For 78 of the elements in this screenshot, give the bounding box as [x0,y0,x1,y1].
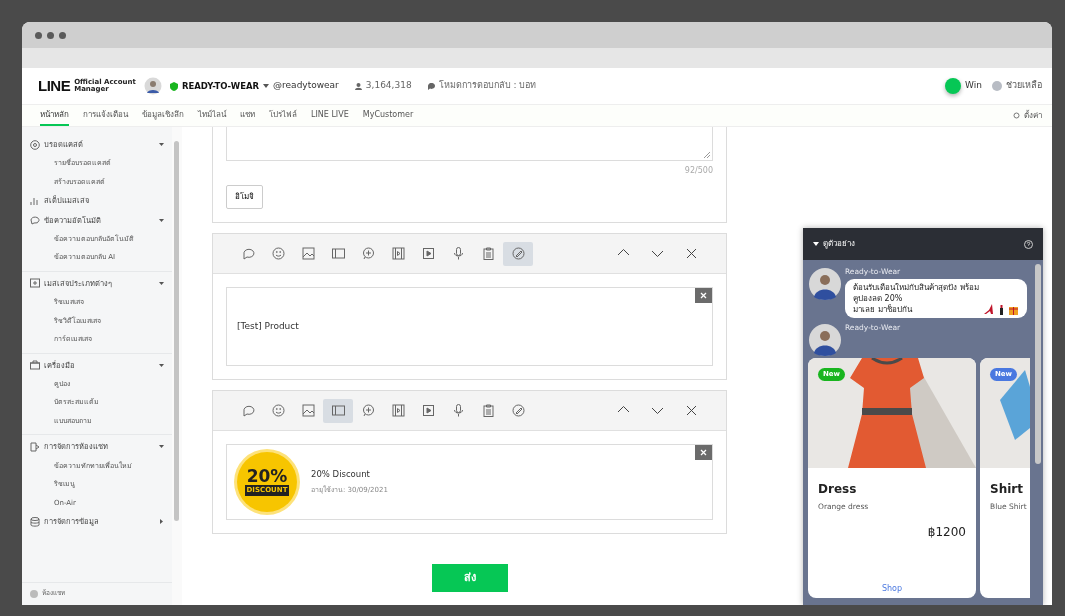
caret-down-icon[interactable] [813,242,819,246]
product-title: Dress [818,481,858,499]
emoji-button[interactable]: อิโมจิ [226,185,263,209]
preview-title[interactable]: ดูตัวอย่าง [823,238,855,250]
close-icon [700,449,707,456]
nav-tab[interactable]: หน้าหลัก [40,105,69,126]
card-icon [331,247,345,260]
follower-count: 3,164,318 [365,79,412,93]
image-icon [301,404,315,417]
toolbox-icon [30,360,40,371]
plus-square-icon [30,278,40,289]
shop-link[interactable]: Shop [881,583,903,596]
user-name[interactable]: Win [965,79,982,93]
character-counter: 92/500 [684,165,713,177]
smiley-icon [271,404,285,417]
clipboard-icon [481,247,495,260]
resize-handle-icon [704,152,710,158]
message-text: ต้อนรับเดือนใหม่กับสินค้าสุดปัง พร้อม คูปองลด 20% มาเลย มาช็อปกัน [853,282,979,316]
speech-bubble-icon [241,247,255,260]
settings-link[interactable]: ตั้งค่า [1024,109,1042,122]
nav-tab[interactable]: LINE LIVE [311,105,349,126]
user-avatar[interactable] [945,78,962,94]
product-title: Shirt [990,481,1024,499]
film-icon [391,247,405,260]
plus-bubble-icon [361,247,375,260]
close-icon [684,247,698,260]
pen-circle-icon [511,404,525,417]
product-name: [Test] Product [237,319,299,333]
speech-bubble-icon [241,404,255,417]
microphone-icon [451,404,465,417]
broadcast-icon [30,139,40,150]
nav-tab[interactable]: โปรไฟล์ [269,105,297,126]
logo-text: LINE [38,75,71,96]
film-icon [391,404,405,417]
play-icon [421,404,435,417]
help-link[interactable]: ช่วยเหลือ [1006,79,1042,93]
smiley-icon [271,247,285,260]
scrollbar-thumb[interactable] [174,141,179,521]
database-icon [30,516,40,527]
remove-button[interactable] [695,288,712,303]
image-icon [301,247,315,260]
person-icon [354,82,362,90]
microphone-icon [451,247,465,260]
close-icon [700,292,707,299]
clipboard-icon [481,404,495,417]
coupon-title: 20% Discount [311,468,371,482]
chat-bubble-icon [30,215,40,226]
remove-button[interactable] [695,445,712,460]
nav-tab[interactable]: ข้อมูลเชิงลึก [142,105,184,126]
window-dot [35,31,42,39]
toolbar-button[interactable] [323,398,353,423]
settings-icon[interactable] [1013,112,1020,119]
close-icon [684,404,698,417]
window-dot [47,31,54,39]
avatar-icon [809,324,841,357]
play-icon [421,247,435,260]
account-id: @readytowear [273,79,339,93]
account-name[interactable]: READY-TO-WEAR [181,79,260,93]
help-icon[interactable] [1024,239,1033,249]
avatar-icon [809,268,841,300]
door-icon [30,441,40,452]
plus-bubble-icon [361,404,375,417]
reply-mode-text: โหมดการตอบกลับ : บอท [438,79,537,93]
scrollbar-thumb[interactable] [1035,264,1041,464]
pen-circle-icon [511,247,525,260]
avatar-icon [143,77,162,95]
nav-tab[interactable]: การแจ้งเตือน [83,105,128,126]
emoji-drawing [982,303,1019,316]
shield-icon [169,81,178,91]
nav-tab[interactable]: MyCustomer [362,105,414,126]
bar-chart-icon [30,195,40,206]
card-icon [331,404,345,417]
product-price: ฿1200 [927,523,966,541]
window-dot [59,31,66,39]
caret-icon [263,84,270,88]
nav-tab[interactable]: ไทม์ไลน์ [198,105,226,126]
nav-tab[interactable]: แชท [240,105,255,126]
seal-percent: 20% [246,468,288,486]
